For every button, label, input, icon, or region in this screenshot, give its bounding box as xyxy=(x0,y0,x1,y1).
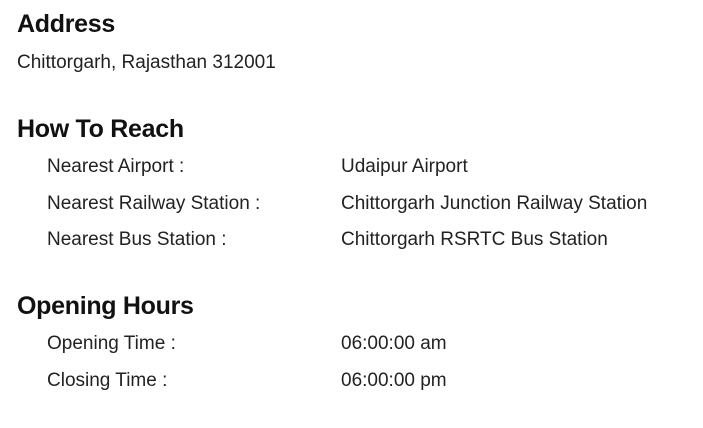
nearest-railway-station-label: Nearest Railway Station : xyxy=(47,193,261,214)
closing-time-value: 06:00:00 pm xyxy=(341,370,447,391)
address-text: Chittorgarh, Rajasthan 312001 xyxy=(17,52,276,73)
opening-time-value: 06:00:00 am xyxy=(341,333,447,354)
closing-time-row: Closing Time : 06:00:00 pm xyxy=(0,369,703,393)
nearest-bus-station-value: Chittorgarh RSRTC Bus Station xyxy=(341,229,608,250)
how-to-reach-heading: How To Reach xyxy=(17,115,184,143)
nearest-railway-station-value: Chittorgarh Junction Railway Station xyxy=(341,193,648,214)
opening-time-label: Opening Time : xyxy=(47,333,176,354)
nearest-railway-station-row: Nearest Railway Station : Chittorgarh Ju… xyxy=(0,192,703,216)
nearest-bus-station-row: Nearest Bus Station : Chittorgarh RSRTC … xyxy=(0,228,703,252)
nearest-bus-station-label: Nearest Bus Station : xyxy=(47,229,227,250)
closing-time-label: Closing Time : xyxy=(47,370,168,391)
nearest-airport-row: Nearest Airport : Udaipur Airport xyxy=(0,155,703,179)
opening-hours-heading: Opening Hours xyxy=(17,292,194,320)
opening-time-row: Opening Time : 06:00:00 am xyxy=(0,332,703,356)
address-heading: Address xyxy=(17,10,115,38)
nearest-airport-value: Udaipur Airport xyxy=(341,156,468,177)
nearest-airport-label: Nearest Airport : xyxy=(47,156,185,177)
